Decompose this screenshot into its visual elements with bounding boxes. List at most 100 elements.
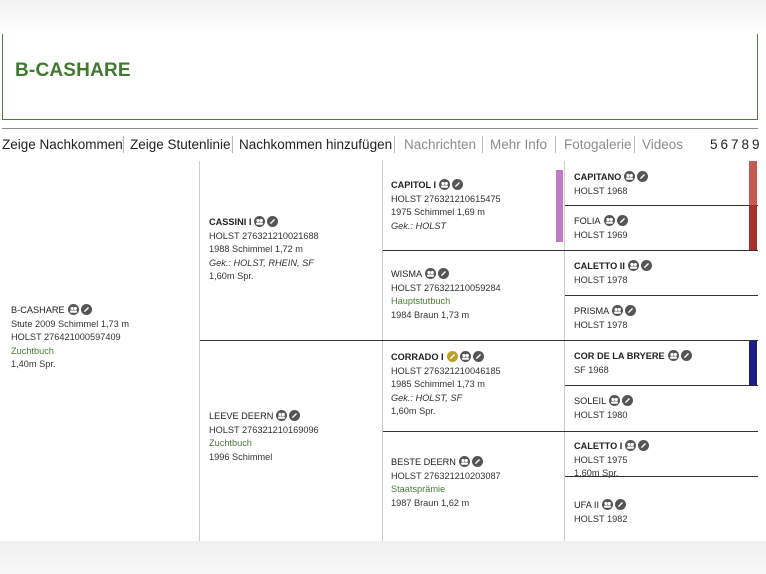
nav-zeige-nachkommen[interactable]: Zeige Nachkommen — [2, 137, 123, 152]
horse-name[interactable]: UFA II — [574, 500, 599, 510]
horse-reg-number: HOLST 276321210169096 — [209, 424, 319, 435]
offspring-icon[interactable] — [425, 268, 437, 279]
edit-icon[interactable] — [616, 215, 628, 226]
edit-icon[interactable] — [438, 268, 450, 279]
horse-sire-dam: WISMA HOLST 276321210059284 Hauptstutbuc… — [391, 268, 501, 322]
edit-icon[interactable] — [452, 179, 464, 190]
horse-name[interactable]: CASSINI I — [209, 217, 251, 227]
horse-name[interactable]: FOLIA — [574, 216, 601, 226]
nav-nachkommen-hinzufuegen[interactable]: Nachkommen hinzufügen — [239, 137, 392, 152]
offspring-icon[interactable] — [459, 351, 471, 362]
edit-icon[interactable] — [289, 410, 301, 421]
horse-gen3-3: CALETTO II HOLST 1978 — [574, 260, 652, 287]
row-divider — [565, 205, 758, 206]
horse-dam-sire: CORRADO I HOLST 276321210046185 1985 Sch… — [391, 351, 501, 419]
horse-dam: LEEVE DEERN HOLST 276321210169096 Zuchtb… — [209, 410, 319, 464]
edit-icon[interactable] — [638, 440, 650, 451]
horse-gen3-1: CAPITANO HOLST 1968 — [574, 171, 649, 198]
edit-icon[interactable] — [472, 351, 484, 362]
offspring-icon[interactable] — [627, 260, 639, 271]
horse-name[interactable]: WISMA — [391, 269, 422, 279]
offspring-icon[interactable] — [603, 215, 615, 226]
horse-name[interactable]: SOLEIL — [574, 396, 606, 406]
horse-approval: Gek.: HOLST, SF — [391, 392, 463, 403]
horse-gen3-4: PRISMA HOLST 1978 — [574, 305, 637, 332]
nav-fotogalerie[interactable]: Fotogalerie — [564, 137, 632, 152]
horse-status: Zuchtbuch — [11, 345, 54, 356]
offspring-icon[interactable] — [667, 350, 679, 361]
edit-icon[interactable] — [640, 260, 652, 271]
horse-sire: CASSINI I HOLST 276321210021688 1988 Sch… — [209, 216, 319, 284]
nav-separator — [232, 136, 233, 153]
horse-name[interactable]: COR DE LA BRYERE — [574, 351, 665, 361]
horse-reg-number: HOLST 276321210059284 — [391, 282, 501, 293]
red-marker-bar — [749, 205, 757, 250]
horse-details: 1988 Schimmel 1,72 m — [209, 244, 303, 255]
horse-dam-dam: BESTE DEERN HOLST 276321210203087 Staats… — [391, 456, 501, 510]
navy-marker-bar — [749, 341, 757, 385]
nav-top-divider — [2, 128, 758, 129]
horse-gen3-6: SOLEIL HOLST 1980 — [574, 395, 634, 422]
offspring-icon[interactable] — [625, 440, 637, 451]
horse-details: HOLST 1968 — [574, 185, 628, 196]
edit-icon[interactable] — [625, 305, 637, 316]
horse-performance: 1,60m Spr. — [391, 406, 436, 417]
generation-pages[interactable]: 56789 — [710, 137, 763, 152]
horse-details: SF 1968 — [574, 364, 609, 375]
edit-icon[interactable] — [80, 304, 92, 315]
edit-icon[interactable] — [637, 171, 649, 182]
horse-status: Staatsprämie — [391, 484, 446, 495]
horse-details: HOLST 1969 — [574, 229, 628, 240]
edit-icon[interactable] — [622, 395, 634, 406]
horse-details: 1975 Schimmel 1,69 m — [391, 207, 485, 218]
horse-name[interactable]: CALETTO II — [574, 261, 625, 271]
horse-reg-number: HOLST 276321210203087 — [391, 470, 501, 481]
horse-name[interactable]: CALETTO I — [574, 441, 622, 451]
horse-name[interactable]: CAPITANO — [574, 172, 621, 182]
offspring-icon[interactable] — [458, 456, 470, 467]
horse-name[interactable]: B-CASHARE — [11, 305, 65, 315]
row-divider — [565, 385, 758, 386]
edit-icon[interactable] — [267, 216, 279, 227]
offspring-icon[interactable] — [67, 304, 79, 315]
row-divider — [565, 295, 758, 296]
horse-gen3-7: CALETTO I HOLST 1975 1,60m Spr. — [574, 440, 650, 481]
horse-details: 1987 Braun 1,62 m — [391, 497, 470, 508]
nav-zeige-stutenlinie[interactable]: Zeige Stutenlinie — [130, 137, 231, 152]
pedigree-table: B-CASHARE Stute 2009 Schimmel 1,73 m HOL… — [2, 161, 758, 541]
horse-details: HOLST 1980 — [574, 409, 628, 420]
horse-name[interactable]: CORRADO I — [391, 352, 444, 362]
offspring-icon[interactable] — [602, 499, 614, 510]
nav-mehr-info[interactable]: Mehr Info — [490, 137, 547, 152]
nav-separator — [394, 136, 395, 153]
offspring-icon[interactable] — [609, 395, 621, 406]
edit-icon[interactable] — [471, 456, 483, 467]
offspring-icon[interactable] — [276, 410, 288, 421]
horse-details: Stute 2009 Schimmel 1,73 m — [11, 318, 129, 329]
horse-approval: Gek.: HOLST, RHEIN, SF — [209, 257, 314, 268]
horse-details: HOLST 1982 — [574, 513, 628, 524]
horse-details: 1985 Schimmel 1,73 m — [391, 379, 485, 390]
offspring-icon[interactable] — [439, 179, 451, 190]
offspring-icon[interactable] — [254, 216, 266, 227]
horse-status: Zuchtbuch — [209, 438, 252, 449]
nav-videos[interactable]: Videos — [642, 137, 683, 152]
edit-icon[interactable] — [680, 350, 692, 361]
horse-reg-number: HOLST 276321210021688 — [209, 230, 319, 241]
offspring-icon[interactable] — [612, 305, 624, 316]
horse-name[interactable]: PRISMA — [574, 306, 609, 316]
nav-nachrichten[interactable]: Nachrichten — [404, 137, 476, 152]
horse-reg-number: HOLST 276321210615475 — [391, 193, 501, 204]
horse-details: HOLST 1975 — [574, 454, 628, 465]
horse-name[interactable]: LEEVE DEERN — [209, 411, 273, 421]
edit-icon[interactable] — [615, 499, 627, 510]
horse-name[interactable]: CAPITOL I — [391, 180, 436, 190]
nav-separator — [123, 136, 124, 153]
horse-details: 1984 Braun 1,73 m — [391, 309, 470, 320]
horse-performance: 1,40m Spr. — [11, 359, 56, 370]
nav-separator — [634, 136, 635, 153]
award-icon[interactable] — [446, 351, 458, 362]
horse-name[interactable]: BESTE DEERN — [391, 457, 456, 467]
offspring-icon[interactable] — [624, 171, 636, 182]
horse-gen3-5: COR DE LA BRYERE SF 1968 — [574, 350, 692, 377]
